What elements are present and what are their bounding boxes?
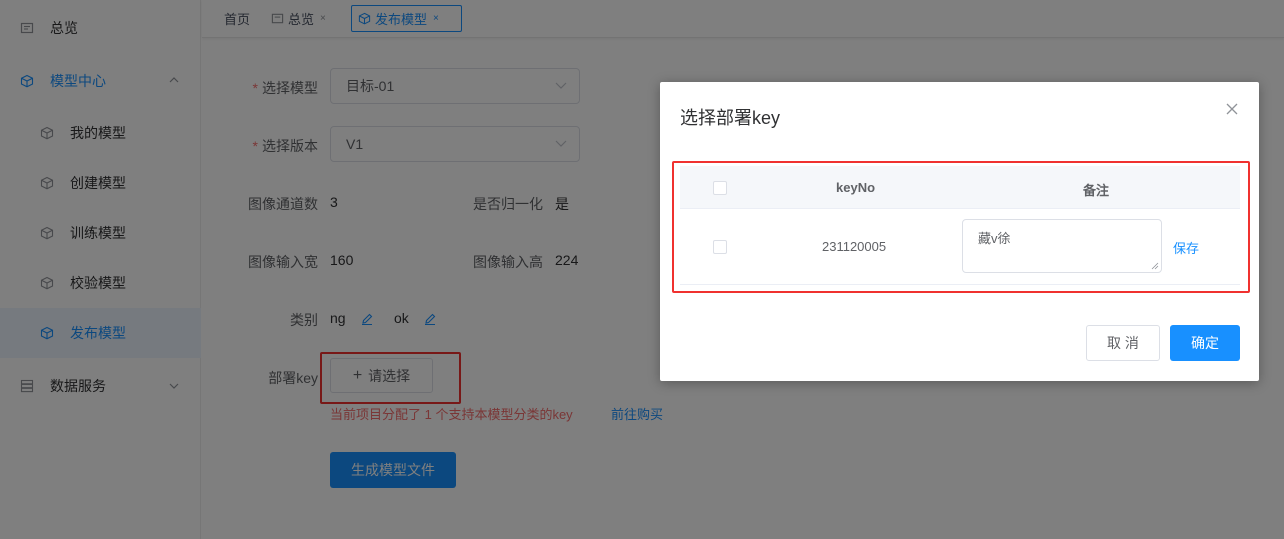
key-no-cell: 231120005 [822, 239, 887, 254]
table-row: 231120005 藏v徐 保存 [680, 209, 1240, 285]
close-icon[interactable] [1225, 102, 1239, 116]
column-header-keyno: keyNo [836, 180, 876, 195]
dialog-title: 选择部署key [680, 108, 781, 128]
remark-textarea[interactable]: 藏v徐 [962, 219, 1162, 273]
save-button[interactable]: 保存 [1173, 238, 1199, 257]
column-header-remark: 备注 [1083, 183, 1110, 198]
table-header: keyNo 备注 [680, 166, 1240, 209]
cancel-button[interactable]: 取 消 [1086, 325, 1160, 361]
select-key-dialog: 选择部署key keyNo 备注 231120005 藏v徐 保存 取 消 确定 [660, 82, 1259, 381]
row-checkbox[interactable] [713, 240, 727, 254]
select-all-checkbox[interactable] [713, 181, 727, 195]
confirm-button[interactable]: 确定 [1170, 325, 1240, 361]
resize-grip-icon[interactable] [1151, 262, 1159, 270]
